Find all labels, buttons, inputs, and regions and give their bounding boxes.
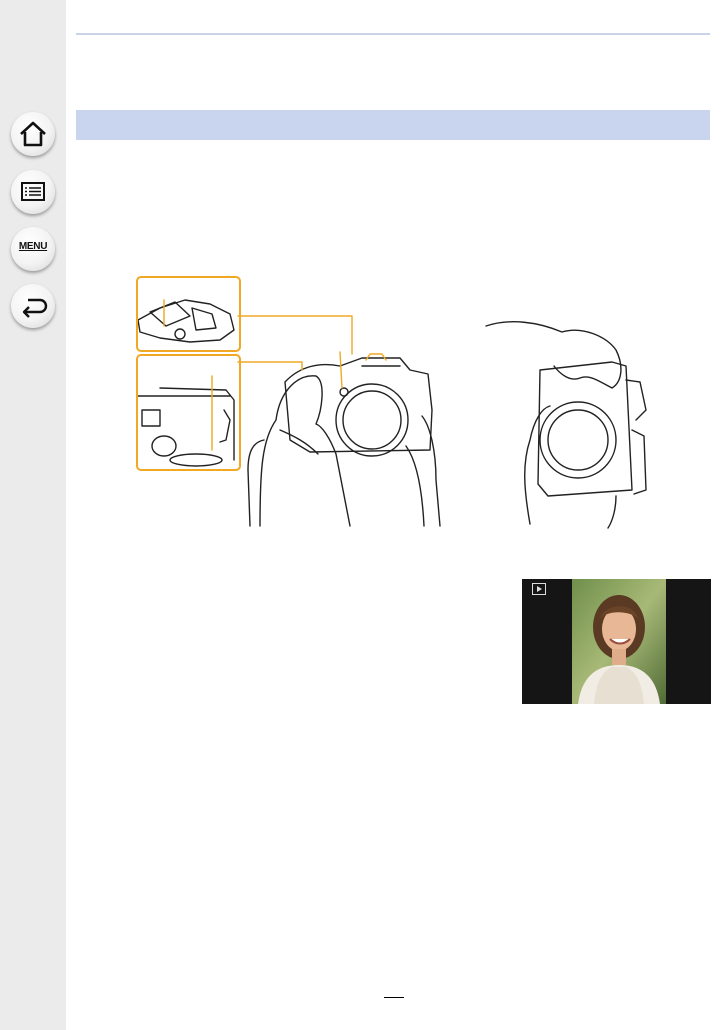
header-rule <box>76 33 710 35</box>
flash-callout-frame <box>136 276 241 352</box>
back-button[interactable] <box>11 284 55 328</box>
camera-vertical-view <box>485 321 647 529</box>
contents-button[interactable] <box>11 170 55 214</box>
page-number-rule <box>384 997 404 998</box>
home-button[interactable] <box>11 112 55 156</box>
menu-icon: MENU <box>18 241 48 252</box>
play-icon <box>532 583 546 595</box>
speaker-callout-frame <box>136 354 241 471</box>
contents-list-icon <box>21 182 45 201</box>
camera-front-view <box>247 357 441 527</box>
section-header-bar <box>76 110 710 140</box>
portrait-photo <box>572 579 666 704</box>
back-arrow-icon <box>22 298 48 318</box>
sidebar: MENU <box>0 0 66 1030</box>
playback-screen <box>522 579 711 704</box>
menu-button[interactable]: MENU <box>11 227 55 271</box>
home-icon <box>20 121 46 147</box>
